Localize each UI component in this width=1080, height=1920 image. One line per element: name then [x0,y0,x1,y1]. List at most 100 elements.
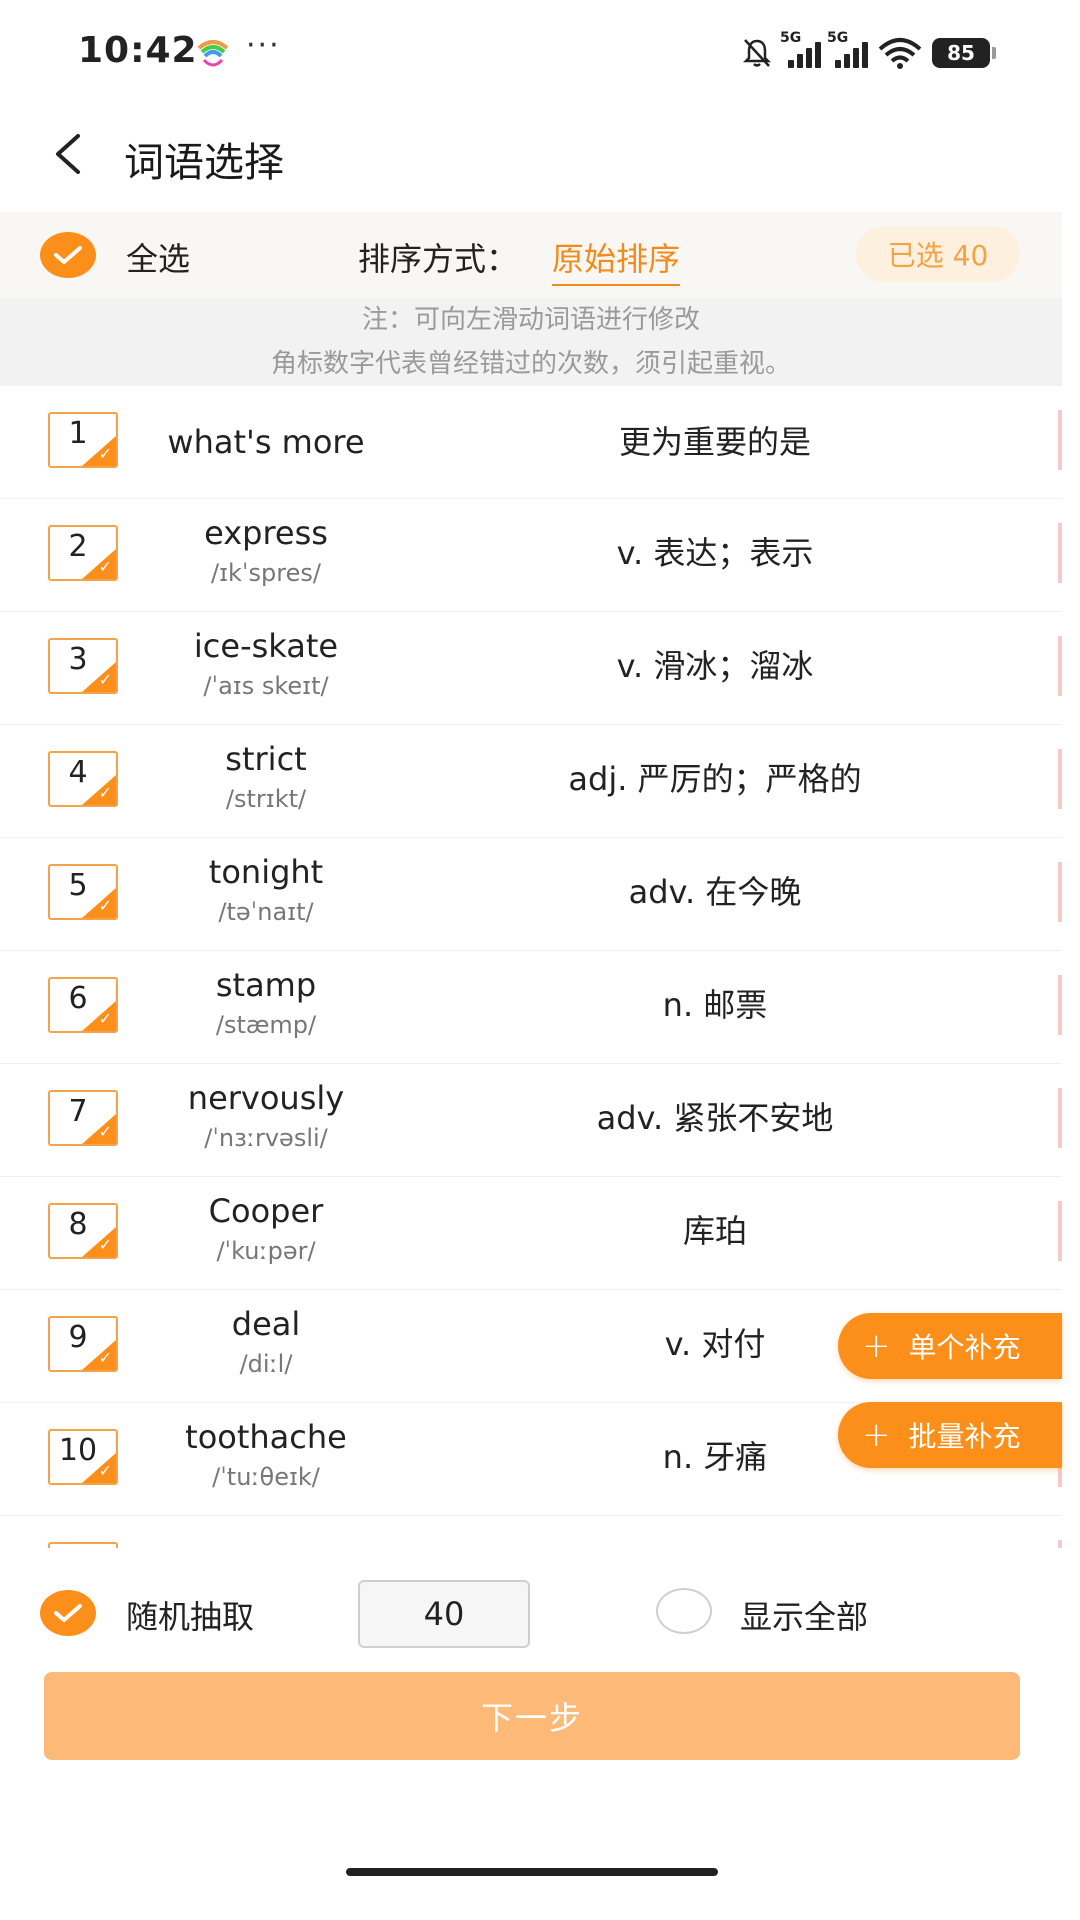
swipe-action-edge [1058,636,1062,696]
swipe-action-edge [1058,410,1062,470]
word-phonetic: /ˈtuːθeɪk/ [212,1463,320,1491]
check-icon: ✓ [98,1009,112,1028]
sort-dropdown[interactable]: 原始排序 [552,234,681,286]
word-checkbox[interactable]: 8 ✓ [48,1203,118,1259]
signal-icon: 5G [780,30,821,68]
check-icon: ✓ [98,783,112,802]
random-pick-checkbox[interactable] [40,1590,96,1636]
random-pick-label[interactable]: 随机抽取 [126,1592,254,1638]
word-column: ice-skate/ˈaɪs skeɪt/ [130,626,402,702]
word-column: deal/diːl/ [130,1304,402,1380]
word-checkbox[interactable]: 4 ✓ [48,751,118,807]
battery-level: 85 [947,41,975,65]
word-column: tonight/təˈnaɪt/ [130,852,402,928]
word-checkbox[interactable]: 6 ✓ [48,977,118,1033]
wifi-icon [878,38,922,69]
signal-icon: 5G [827,30,868,68]
word-row[interactable]: 5 ✓ tonight/təˈnaɪt/adv. 在今晚 [0,838,1062,951]
swipe-action-edge [1058,862,1062,922]
word-column: what's more [130,422,402,462]
swipe-action-edge [1058,1201,1062,1261]
check-icon: ✓ [98,1122,112,1141]
notes-panel: 注：可向左滑动词语进行修改 角标数字代表曾经错过的次数，须引起重视。 [0,298,1062,386]
select-all-checkbox[interactable] [40,232,96,278]
check-icon: ✓ [98,1461,112,1480]
page-title: 词语选择 [124,140,284,186]
word-meaning: adj. 严厉的；严格的 [568,760,862,798]
word-checkbox[interactable]: 3 ✓ [48,638,118,694]
add-batch-button[interactable]: + 批量补充 [838,1402,1062,1468]
sort-label: 排序方式： [358,240,519,278]
word-column: strict/strɪkt/ [130,739,402,815]
word-column: express/ɪkˈspres/ [130,513,402,589]
selected-count-badge: 已选 40 [856,226,1020,282]
word-row[interactable]: 1 ✓ what's more 更为重要的是 [0,386,1062,499]
check-icon: ✓ [98,670,112,689]
back-button[interactable] [36,122,100,186]
plus-icon: + [862,1415,891,1455]
note-line: 注：可向左滑动词语进行修改 [361,305,700,335]
word-text: ice-skate [193,627,339,665]
word-phonetic: /strɪkt/ [225,785,307,813]
word-row[interactable]: 2 ✓ express/ɪkˈspres/v. 表达；表示 [0,499,1062,612]
swipe-action-edge [1058,523,1062,583]
word-meaning: adv. 紧张不安地 [596,1099,834,1137]
note-line: 角标数字代表曾经错过的次数，须引起重视。 [270,349,791,379]
word-checkbox[interactable]: 10 ✓ [48,1429,118,1485]
next-step-button[interactable]: 下一步 [44,1672,1020,1760]
check-icon: ✓ [98,444,112,463]
word-row[interactable]: 11✓themselves [0,1516,1062,1548]
show-all-radio[interactable] [656,1588,712,1634]
word-row[interactable]: 6 ✓ stamp/stæmp/n. 邮票 [0,951,1062,1064]
word-meaning: v. 表达；表示 [616,534,814,572]
check-icon: ✓ [98,557,112,576]
word-row[interactable]: 7 ✓ nervously/ˈnɜːrvəsli/adv. 紧张不安地 [0,1064,1062,1177]
plus-icon: + [862,1326,891,1366]
show-all-label[interactable]: 显示全部 [740,1592,868,1638]
select-all-label[interactable]: 全选 [126,234,190,280]
word-column: toothache/ˈtuːθeɪk/ [130,1417,402,1493]
word-text: stamp [215,966,317,1004]
add-single-button[interactable]: + 单个补充 [838,1313,1062,1379]
word-row[interactable]: 4 ✓ strict/strɪkt/adj. 严厉的；严格的 [0,725,1062,838]
word-checkbox[interactable]: 5 ✓ [48,864,118,920]
check-icon [54,246,82,264]
word-phonetic: /diːl/ [239,1350,293,1378]
word-text: deal [231,1305,301,1343]
word-row[interactable]: 8 ✓ Cooper/ˈkuːpər/库珀 [0,1177,1062,1290]
word-checkbox[interactable]: 9 ✓ [48,1316,118,1372]
word-text: express [204,514,328,552]
word-text: Cooper [208,1192,324,1230]
home-indicator[interactable] [346,1868,718,1876]
word-checkbox[interactable]: 2 ✓ [48,525,118,581]
word-text: nervously [187,1079,345,1117]
swipe-action-edge [1058,1088,1062,1148]
check-icon: ✓ [98,1348,112,1367]
bottom-controls: 随机抽取 显示全部 [0,1548,1080,1678]
status-bar: 10:42 ··· 5G 5G 85 [0,0,1080,100]
word-phonetic: /ɪkˈspres/ [211,559,321,587]
word-phonetic: /ˈaɪs skeɪt/ [203,672,329,700]
status-time: 10:42 [78,30,198,71]
check-icon [54,1604,82,1622]
status-icons: 5G 5G 85 [740,30,996,70]
word-phonetic: /stæmp/ [215,1011,317,1039]
word-row[interactable]: 3 ✓ ice-skate/ˈaɪs skeɪt/v. 滑冰；溜冰 [0,612,1062,725]
word-phonetic: /ˈkuːpər/ [216,1237,316,1265]
word-meaning: n. 邮票 [662,986,768,1024]
pick-count-input[interactable] [358,1580,530,1648]
word-column: nervously/ˈnɜːrvəsli/ [130,1078,402,1154]
word-column: Cooper/ˈkuːpər/ [130,1191,402,1267]
word-meaning: 更为重要的是 [618,423,811,461]
chevron-left-icon [56,134,80,174]
battery-icon: 85 [932,38,996,68]
filter-bar: 全选 排序方式： 原始排序 已选 40 [0,212,1062,298]
check-icon: ✓ [98,896,112,915]
word-checkbox[interactable]: 1 ✓ [48,412,118,468]
word-checkbox[interactable]: 7 ✓ [48,1090,118,1146]
swipe-action-edge [1058,975,1062,1035]
word-meaning: 库珀 [682,1212,747,1250]
word-meaning: adv. 在今晚 [628,873,802,911]
word-text: tonight [208,853,324,891]
add-single-label: 单个补充 [908,1331,1021,1364]
